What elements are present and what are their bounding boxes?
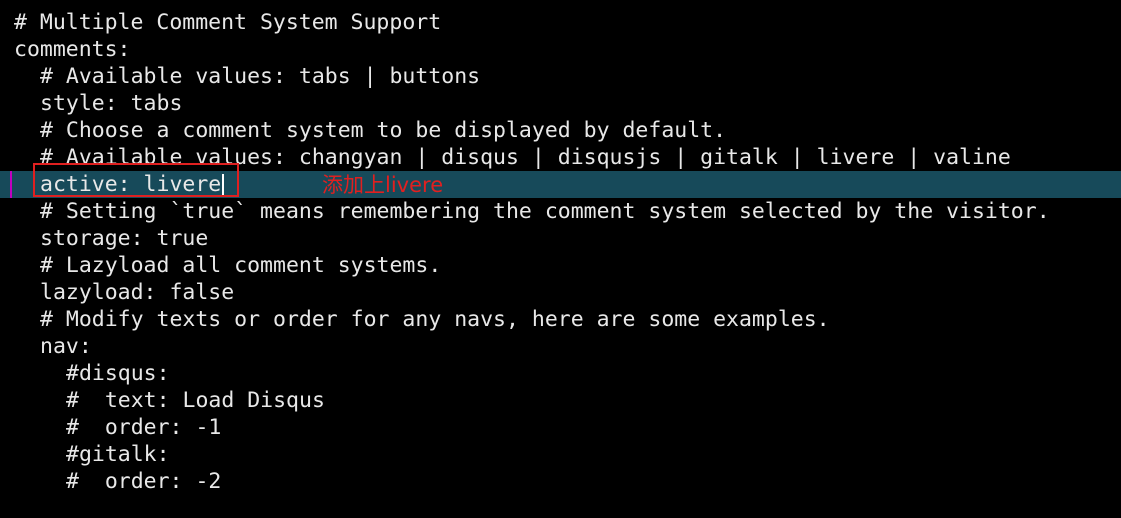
code-editor[interactable]: # Multiple Comment System Support commen… <box>0 0 1121 518</box>
code-line: lazyload: false <box>40 280 235 305</box>
code-line: # Available values: tabs | buttons <box>40 64 481 89</box>
code-line: style: tabs <box>40 91 183 116</box>
current-code-line[interactable]: active: livere <box>0 171 1121 198</box>
code-line: # Modify texts or order for any navs, he… <box>40 307 830 332</box>
annotation-note: 添加上livere <box>322 173 444 197</box>
code-line: # Available values: changyan | disqus | … <box>40 145 1011 170</box>
code-line: # text: Load Disqus <box>66 388 325 413</box>
code-line: # Lazyload all comment systems. <box>40 253 442 278</box>
code-line: # Choose a comment system to be displaye… <box>40 118 727 143</box>
code-line: #disqus: <box>66 361 170 386</box>
code-line: # Multiple Comment System Support <box>14 10 442 35</box>
text-cursor <box>222 174 225 196</box>
code-line: # Setting `true` means remembering the c… <box>40 199 1050 224</box>
code-line: nav: <box>40 334 92 359</box>
code-line: # order: -2 <box>66 469 222 494</box>
code-line: # order: -1 <box>66 415 222 440</box>
code-line-text: active: livere <box>40 172 222 197</box>
code-line: storage: true <box>40 226 209 251</box>
code-line: comments: <box>14 37 131 62</box>
code-line: #gitalk: <box>66 442 170 467</box>
modified-line-marker <box>10 171 12 198</box>
